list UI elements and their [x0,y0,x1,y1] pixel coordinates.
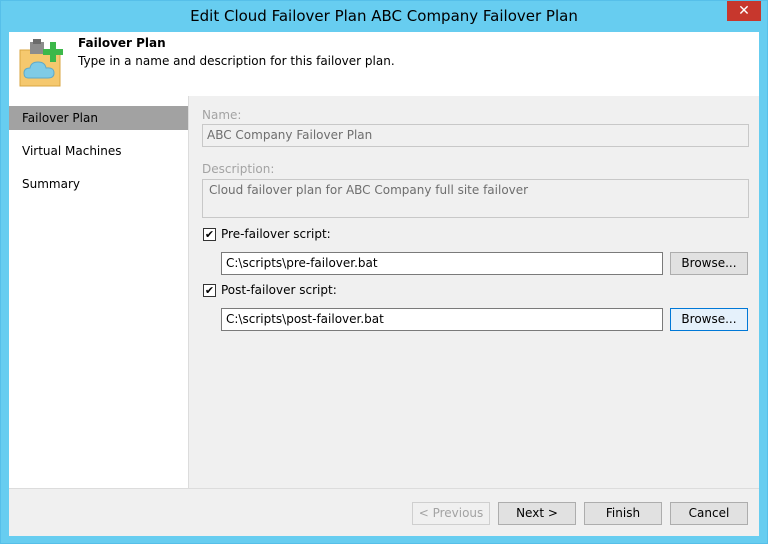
pre-failover-browse-button[interactable]: Browse... [670,252,748,275]
pre-failover-script-input[interactable]: C:\scripts\pre-failover.bat [221,252,663,275]
pre-failover-label: Pre-failover script: [221,227,331,241]
close-button[interactable]: ✕ [727,1,761,21]
nav-item-virtual-machines[interactable]: Virtual Machines [9,139,188,163]
description-field[interactable]: Cloud failover plan for ABC Company full… [202,179,749,218]
title-bar[interactable]: Edit Cloud Failover Plan ABC Company Fai… [1,1,767,32]
name-label: Name: [202,108,242,122]
next-button[interactable]: Next > [498,502,576,525]
cancel-button[interactable]: Cancel [670,502,748,525]
nav-item-failover-plan[interactable]: Failover Plan [9,106,188,130]
failover-plan-icon [19,39,63,87]
post-failover-browse-button[interactable]: Browse... [670,308,748,331]
description-label: Description: [202,162,275,176]
dialog-window: Edit Cloud Failover Plan ABC Company Fai… [0,0,768,544]
header-subtitle: Type in a name and description for this … [78,54,395,68]
post-failover-label: Post-failover script: [221,283,337,297]
pre-failover-checkbox[interactable]: ✔ [203,228,216,241]
window-title: Edit Cloud Failover Plan ABC Company Fai… [190,7,578,25]
post-failover-checkbox[interactable]: ✔ [203,284,216,297]
previous-button[interactable]: < Previous [412,502,490,525]
wizard-header: Failover Plan Type in a name and descrip… [9,32,759,96]
nav-item-summary[interactable]: Summary [9,172,188,196]
post-failover-script-input[interactable]: C:\scripts\post-failover.bat [221,308,663,331]
wizard-nav: Failover Plan Virtual Machines Summary [9,96,189,488]
header-title: Failover Plan [78,36,166,50]
dialog-content: Failover Plan Type in a name and descrip… [9,32,759,536]
finish-button[interactable]: Finish [584,502,662,525]
name-field[interactable]: ABC Company Failover Plan [202,124,749,147]
